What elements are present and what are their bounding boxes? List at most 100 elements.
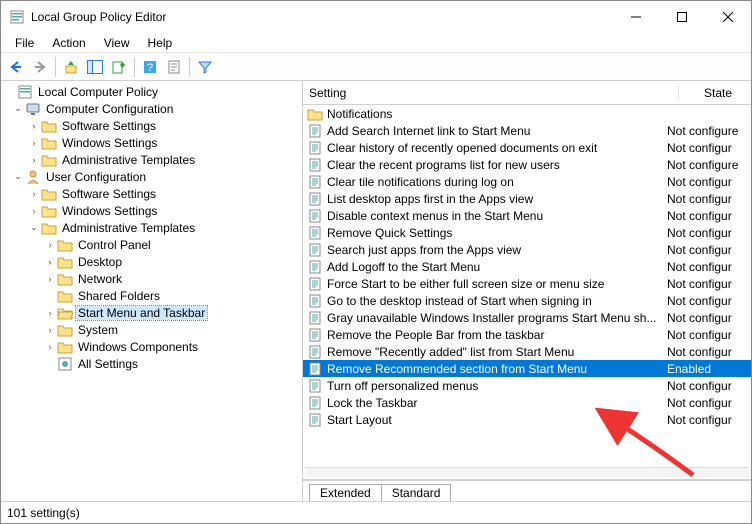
chevron-right-icon[interactable]: › <box>27 155 41 165</box>
row-label: Add Search Internet link to Start Menu <box>327 124 663 138</box>
column-setting[interactable]: Setting <box>303 86 679 100</box>
tree-start-menu-taskbar[interactable]: › Start Menu and Taskbar <box>1 304 302 321</box>
list-row[interactable]: Search just apps from the Apps viewNot c… <box>303 241 751 258</box>
list-row[interactable]: Lock the TaskbarNot configur <box>303 394 751 411</box>
list-row[interactable]: Clear history of recently opened documen… <box>303 139 751 156</box>
chevron-down-icon[interactable]: ⌄ <box>11 103 25 114</box>
row-label: Start Layout <box>327 413 663 427</box>
list-row[interactable]: Remove Quick SettingsNot configur <box>303 224 751 241</box>
list-row[interactable]: Gray unavailable Windows Installer progr… <box>303 309 751 326</box>
row-state: Not configur <box>663 294 751 308</box>
minimize-button[interactable] <box>613 1 659 33</box>
chevron-right-icon[interactable]: › <box>43 308 57 318</box>
tree-all-settings[interactable]: All Settings <box>1 355 302 372</box>
policy-icon <box>307 310 323 326</box>
app-icon <box>9 9 25 25</box>
chevron-right-icon[interactable]: › <box>43 274 57 284</box>
row-state: Not configur <box>663 226 751 240</box>
list-row[interactable]: Turn off personalized menusNot configur <box>303 377 751 394</box>
properties-button[interactable] <box>163 56 185 78</box>
settings-list[interactable]: NotificationsAdd Search Internet link to… <box>303 105 751 467</box>
row-state: Not configur <box>663 141 751 155</box>
tree-uc-admin[interactable]: ⌄ Administrative Templates <box>1 219 302 236</box>
column-state[interactable]: State <box>679 86 751 100</box>
export-list-button[interactable] <box>108 56 130 78</box>
forward-button[interactable] <box>29 56 51 78</box>
details-pane: Setting State NotificationsAdd Search In… <box>303 81 751 501</box>
menu-view[interactable]: View <box>96 34 138 52</box>
tree-network[interactable]: › Network <box>1 270 302 287</box>
chevron-right-icon[interactable]: › <box>43 257 57 267</box>
folder-icon <box>41 152 57 168</box>
tree-shared-folders[interactable]: Shared Folders <box>1 287 302 304</box>
list-row[interactable]: Force Start to be either full screen siz… <box>303 275 751 292</box>
toolbar-separator <box>55 57 56 77</box>
policy-icon <box>307 123 323 139</box>
list-row[interactable]: Remove "Recently added" list from Start … <box>303 343 751 360</box>
list-row[interactable]: Clear the recent programs list for new u… <box>303 156 751 173</box>
row-state: Not configur <box>663 396 751 410</box>
tree-cc-admin[interactable]: › Administrative Templates <box>1 151 302 168</box>
tree-label: Windows Components <box>76 340 200 354</box>
maximize-button[interactable] <box>659 1 705 33</box>
chevron-down-icon[interactable]: ⌄ <box>27 222 41 233</box>
policy-root-icon <box>17 84 33 100</box>
tree-uc-software[interactable]: › Software Settings <box>1 185 302 202</box>
close-button[interactable] <box>705 1 751 33</box>
list-row[interactable]: Add Search Internet link to Start MenuNo… <box>303 122 751 139</box>
list-row[interactable]: Remove Recommended section from Start Me… <box>303 360 751 377</box>
tree-uc-windows[interactable]: › Windows Settings <box>1 202 302 219</box>
chevron-right-icon[interactable]: › <box>27 121 41 131</box>
folder-icon <box>41 220 57 236</box>
menu-action[interactable]: Action <box>44 34 93 52</box>
tree-system[interactable]: › System <box>1 321 302 338</box>
show-hide-tree-button[interactable] <box>84 56 106 78</box>
list-row[interactable]: List desktop apps first in the Apps view… <box>303 190 751 207</box>
policy-icon <box>307 242 323 258</box>
view-tabs: Extended Standard <box>303 479 751 501</box>
up-button[interactable] <box>60 56 82 78</box>
chevron-right-icon[interactable]: › <box>27 189 41 199</box>
row-state: Not configur <box>663 345 751 359</box>
tree-windows-components[interactable]: › Windows Components <box>1 338 302 355</box>
list-row[interactable]: Clear tile notifications during log onNo… <box>303 173 751 190</box>
chevron-right-icon[interactable]: › <box>27 206 41 216</box>
list-row[interactable]: Go to the desktop instead of Start when … <box>303 292 751 309</box>
list-row[interactable]: Start LayoutNot configur <box>303 411 751 428</box>
row-label: Remove Quick Settings <box>327 226 663 240</box>
tree-control-panel[interactable]: › Control Panel <box>1 236 302 253</box>
tree-cc-software[interactable]: › Software Settings <box>1 117 302 134</box>
filter-button[interactable] <box>194 56 216 78</box>
tree-label: System <box>76 323 120 337</box>
tree-root[interactable]: Local Computer Policy <box>1 83 302 100</box>
tree-pane[interactable]: Local Computer Policy ⌄ Computer Configu… <box>1 81 303 501</box>
list-row[interactable]: Remove the People Bar from the taskbarNo… <box>303 326 751 343</box>
list-row[interactable]: Add Logoff to the Start MenuNot configur <box>303 258 751 275</box>
chevron-right-icon[interactable]: › <box>43 240 57 250</box>
tree-computer-config[interactable]: ⌄ Computer Configuration <box>1 100 302 117</box>
tree-user-config[interactable]: ⌄ User Configuration <box>1 168 302 185</box>
chevron-right-icon[interactable]: › <box>43 325 57 335</box>
tab-standard[interactable]: Standard <box>381 484 452 501</box>
help-button[interactable]: ? <box>139 56 161 78</box>
tab-extended[interactable]: Extended <box>309 484 382 501</box>
menu-file[interactable]: File <box>7 34 42 52</box>
row-state: Not configur <box>663 243 751 257</box>
row-label: Remove Recommended section from Start Me… <box>327 362 663 376</box>
row-state: Not configure <box>663 158 751 172</box>
row-label: Gray unavailable Windows Installer progr… <box>327 311 663 325</box>
horizontal-scrollbar[interactable] <box>305 467 749 477</box>
chevron-right-icon[interactable]: › <box>27 138 41 148</box>
list-row[interactable]: Disable context menus in the Start MenuN… <box>303 207 751 224</box>
content-body: Local Computer Policy ⌄ Computer Configu… <box>1 81 751 501</box>
tree-desktop[interactable]: › Desktop <box>1 253 302 270</box>
row-label: Clear the recent programs list for new u… <box>327 158 663 172</box>
chevron-down-icon[interactable]: ⌄ <box>11 171 25 182</box>
back-button[interactable] <box>5 56 27 78</box>
tree-label: User Configuration <box>44 170 148 184</box>
menu-help[interactable]: Help <box>140 34 181 52</box>
list-row[interactable]: Notifications <box>303 105 751 122</box>
chevron-right-icon[interactable]: › <box>43 342 57 352</box>
policy-icon <box>307 361 323 377</box>
tree-cc-windows[interactable]: › Windows Settings <box>1 134 302 151</box>
